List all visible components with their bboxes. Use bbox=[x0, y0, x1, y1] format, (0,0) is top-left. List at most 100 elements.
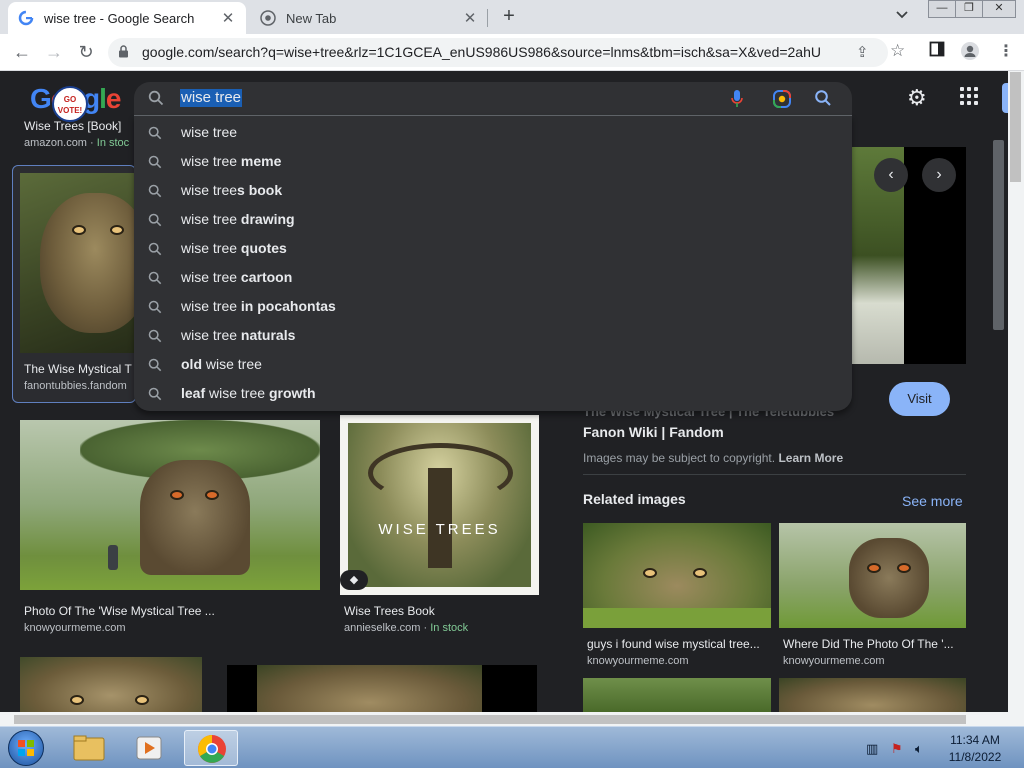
result-source[interactable]: fanontubbies.fandom bbox=[24, 380, 132, 392]
search-box[interactable]: wise tree bbox=[134, 82, 852, 115]
share-icon[interactable]: ⇪ bbox=[856, 43, 869, 61]
result-title[interactable]: Photo Of The 'Wise Mystical Tree ... bbox=[24, 604, 320, 618]
result-source[interactable]: amazon.com · In stoc bbox=[24, 137, 129, 149]
search-icon bbox=[148, 300, 162, 319]
lock-icon[interactable] bbox=[118, 45, 129, 58]
tab-close-icon[interactable]: ✕ bbox=[220, 9, 236, 27]
search-icon bbox=[148, 213, 162, 232]
google-apps-icon[interactable] bbox=[960, 87, 978, 105]
related-image[interactable] bbox=[583, 678, 771, 712]
file-explorer-taskbar-icon[interactable] bbox=[62, 730, 116, 766]
start-button[interactable] bbox=[8, 730, 44, 766]
tab-title: New Tab bbox=[286, 10, 337, 26]
result-source[interactable]: knowyourmeme.com bbox=[24, 622, 125, 634]
suggestion-item[interactable]: wise tree meme bbox=[134, 148, 852, 177]
next-image-chevron-icon[interactable]: › bbox=[922, 158, 956, 192]
chrome-taskbar-icon[interactable] bbox=[184, 730, 238, 766]
result-image-wise-trees-book[interactable]: WISE TREES bbox=[340, 415, 539, 595]
result-source[interactable]: annieselke.com · In stock bbox=[344, 622, 468, 634]
search-icon bbox=[148, 242, 162, 261]
browser-toolbar: ← → ↻ google.com/search?q=wise+tree&rlz=… bbox=[0, 34, 1024, 71]
result-image-partial[interactable] bbox=[227, 665, 537, 712]
bookmark-star-icon[interactable]: ☆ bbox=[890, 41, 905, 61]
suggestion-item[interactable]: wise tree cartoon bbox=[134, 264, 852, 293]
search-icon bbox=[148, 90, 164, 111]
suggestion-item[interactable]: wise trees book bbox=[134, 177, 852, 206]
tab-search-chevron-icon[interactable] bbox=[896, 8, 908, 22]
suggestion-item[interactable]: wise tree naturals bbox=[134, 322, 852, 351]
chrome-icon bbox=[260, 10, 276, 26]
address-bar[interactable]: google.com/search?q=wise+tree&rlz=1C1GCE… bbox=[108, 38, 905, 67]
preview-title[interactable]: Fanon Wiki | Fandom bbox=[583, 424, 724, 440]
previous-image-chevron-icon[interactable]: ‹ bbox=[874, 158, 908, 192]
search-icon bbox=[148, 155, 162, 174]
suggestion-item[interactable]: wise tree bbox=[134, 119, 852, 148]
horizontal-scrollbar-thumb[interactable] bbox=[14, 715, 966, 724]
go-vote-badge[interactable]: GO VOTE! bbox=[52, 86, 88, 122]
microphone-icon[interactable] bbox=[730, 89, 744, 114]
clock-date: 11/8/2022 bbox=[948, 750, 1002, 764]
related-source[interactable]: knowyourmeme.com bbox=[783, 655, 884, 667]
copyright-notice: Images may be subject to copyright. Lear… bbox=[583, 451, 844, 465]
tab-separator bbox=[487, 9, 488, 27]
result-image-tree-face[interactable] bbox=[20, 173, 134, 353]
side-panel-icon[interactable] bbox=[929, 41, 945, 62]
related-image[interactable] bbox=[583, 523, 771, 628]
divider bbox=[583, 474, 966, 475]
forward-arrow-icon[interactable]: → bbox=[42, 40, 66, 64]
result-image-mystical-tree[interactable] bbox=[20, 420, 320, 590]
tab-close-icon[interactable]: ✕ bbox=[462, 9, 478, 27]
tab-title: wise tree - Google Search bbox=[44, 10, 195, 26]
result-title[interactable]: Wise Trees [Book] bbox=[24, 119, 134, 133]
windows-logo-icon bbox=[18, 740, 34, 756]
see-more-link[interactable]: See more bbox=[902, 493, 963, 509]
result-title[interactable]: The Wise Mystical T bbox=[24, 362, 132, 376]
tab-new-tab[interactable]: New Tab ✕ bbox=[250, 2, 488, 34]
suggestion-item[interactable]: wise tree in pocahontas bbox=[134, 293, 852, 322]
search-submit-icon[interactable] bbox=[814, 89, 832, 112]
result-title[interactable]: Wise Trees Book bbox=[344, 604, 435, 618]
media-player-taskbar-icon[interactable] bbox=[122, 730, 176, 766]
minimize-icon[interactable]: — bbox=[928, 0, 956, 18]
related-image[interactable] bbox=[779, 523, 966, 628]
window-close-icon[interactable]: ✕ bbox=[982, 0, 1016, 18]
reload-icon[interactable]: ↻ bbox=[74, 40, 98, 64]
book-cover-text: WISE TREES bbox=[378, 521, 501, 538]
action-center-flag-icon[interactable]: ⚑ bbox=[891, 741, 903, 757]
results-scrollbar-thumb[interactable] bbox=[993, 140, 1004, 330]
related-source[interactable]: knowyourmeme.com bbox=[587, 655, 688, 667]
learn-more-link[interactable]: Learn More bbox=[778, 451, 843, 465]
google-g-icon bbox=[18, 10, 34, 26]
result-image-partial[interactable] bbox=[20, 657, 202, 712]
volume-icon[interactable]: 🔈︎ bbox=[915, 741, 923, 757]
url-text[interactable]: google.com/search?q=wise+tree&rlz=1C1GCE… bbox=[142, 44, 822, 60]
system-clock[interactable]: 11:34 AM 11/8/2022 bbox=[940, 732, 1010, 766]
network-icon[interactable]: ▥ bbox=[866, 741, 878, 757]
related-title[interactable]: guys i found wise mystical tree... bbox=[587, 637, 771, 651]
new-tab-plus-icon[interactable]: + bbox=[498, 6, 520, 28]
tab-strip: wise tree - Google Search ✕ New Tab ✕ + … bbox=[0, 0, 1024, 34]
profile-avatar-icon[interactable] bbox=[960, 41, 980, 66]
search-icon bbox=[148, 329, 162, 348]
page-scrollbar-thumb[interactable] bbox=[1010, 72, 1021, 182]
settings-gear-icon[interactable]: ⚙ bbox=[907, 85, 927, 111]
search-icon bbox=[148, 126, 162, 145]
back-arrow-icon[interactable]: ← bbox=[10, 40, 34, 64]
search-icon bbox=[148, 184, 162, 203]
visit-button[interactable]: Visit bbox=[889, 382, 950, 416]
suggestion-item[interactable]: wise tree drawing bbox=[134, 206, 852, 235]
suggestion-item[interactable]: old wise tree bbox=[134, 351, 852, 380]
related-images-heading: Related images bbox=[583, 491, 686, 507]
restore-icon[interactable]: ❐ bbox=[955, 0, 983, 18]
tab-google-search[interactable]: wise tree - Google Search ✕ bbox=[8, 2, 246, 34]
google-lens-icon[interactable] bbox=[772, 89, 792, 114]
search-input[interactable]: wise tree bbox=[180, 89, 243, 107]
kebab-menu-icon[interactable]: ⋮ bbox=[998, 41, 1014, 61]
price-tag-icon[interactable]: ◆ bbox=[340, 570, 368, 590]
autocomplete-dropdown: wise tree wise tree meme wise trees book… bbox=[134, 115, 852, 411]
search-icon bbox=[148, 271, 162, 290]
related-image[interactable] bbox=[779, 678, 966, 712]
suggestion-item[interactable]: leaf wise tree growth bbox=[134, 380, 852, 409]
suggestion-item[interactable]: wise tree quotes bbox=[134, 235, 852, 264]
related-title[interactable]: Where Did The Photo Of The '... bbox=[783, 637, 966, 651]
